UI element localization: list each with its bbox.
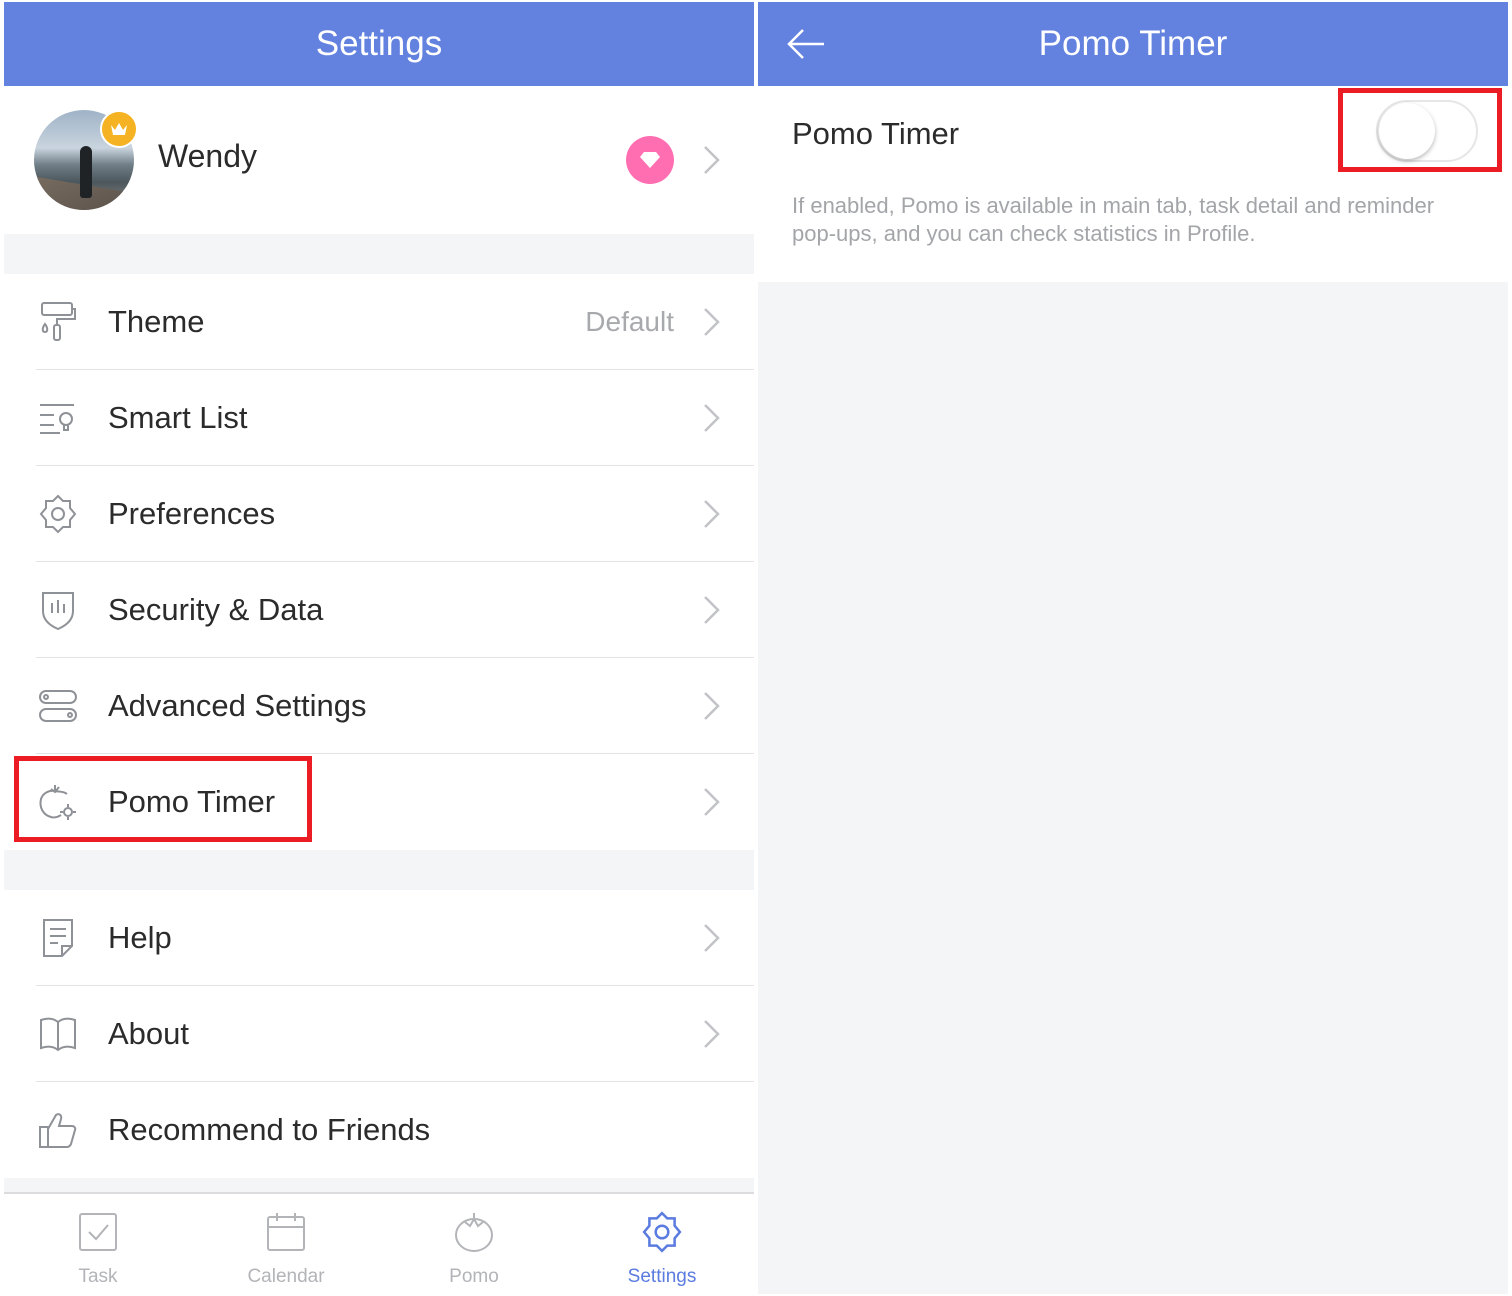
document-icon [36,916,80,960]
menu-item-smart-list[interactable]: Smart List [4,370,754,466]
chevron-right-icon [704,788,720,816]
menu-item-label: Recommend to Friends [108,1112,431,1147]
menu-item-label: About [108,1016,190,1051]
menu-item-label: Preferences [108,496,276,531]
arrow-left-icon [787,29,824,59]
toggle-knob [1379,103,1435,159]
section-divider [4,1178,754,1192]
menu-item-label: Security & Data [108,592,324,627]
chevron-right-icon [704,500,720,528]
gear-icon [640,1210,684,1254]
menu-item-security-data[interactable]: Security & Data [4,562,754,658]
tab-label: Settings [627,1266,697,1287]
tab-pomo[interactable]: Pomo [380,1194,568,1294]
chevron-right-icon [704,596,720,624]
premium-badge-icon[interactable] [626,136,674,184]
page-title: Settings [315,24,443,63]
chevron-right-icon [704,692,720,720]
tomato-icon [452,1210,496,1254]
tab-label: Pomo [449,1266,499,1287]
menu-item-advanced-settings[interactable]: Advanced Settings [4,658,754,754]
theme-value: Default [585,306,674,337]
bottom-tab-bar: Task Calendar Pomo Settings [4,1192,754,1294]
settings-menu-group: Theme Default Smart List Preferences Sec… [4,274,754,850]
chevron-right-icon [704,404,720,432]
menu-item-recommend[interactable]: Recommend to Friends [4,1082,754,1178]
section-divider [4,850,754,890]
menu-item-pomo-timer[interactable]: Pomo Timer [4,754,754,850]
settings-header: Settings [4,2,754,86]
page-title: Pomo Timer [1038,24,1228,63]
section-divider [4,234,754,274]
tab-task[interactable]: Task [4,1194,192,1294]
book-icon [36,1012,80,1056]
menu-item-help[interactable]: Help [4,890,754,986]
setting-label: Pomo Timer [792,116,960,151]
calendar-icon [264,1210,308,1254]
menu-item-label: Help [108,920,172,955]
chevron-right-icon [704,1020,720,1048]
gear-icon [36,492,80,536]
tomato-gear-icon [36,780,80,824]
menu-item-label: Smart List [108,400,248,435]
chevron-right-icon [704,146,720,174]
crown-icon [100,110,138,148]
tab-calendar[interactable]: Calendar [192,1194,380,1294]
menu-item-theme[interactable]: Theme Default [4,274,754,370]
pomo-timer-screen: Pomo Timer Pomo Timer If enabled, Pomo i… [758,2,1508,1294]
menu-item-label: Theme [108,304,205,339]
toggles-icon [36,684,80,728]
profile-name: Wendy [158,138,258,174]
pomo-timer-setting-card: Pomo Timer If enabled, Pomo is available… [758,86,1508,282]
setting-description: If enabled, Pomo is available in main ta… [792,193,1435,246]
back-button[interactable] [784,22,828,66]
chevron-right-icon [704,308,720,336]
menu-item-about[interactable]: About [4,986,754,1082]
pomo-timer-toggle[interactable] [1376,100,1478,162]
tab-settings[interactable]: Settings [568,1194,754,1294]
chevron-right-icon [704,924,720,952]
checkbox-icon [76,1210,120,1254]
thumbs-up-icon [36,1108,80,1152]
tab-label: Calendar [247,1266,325,1287]
support-menu-group: Help About Recommend to Friends [4,890,754,1178]
menu-item-label: Advanced Settings [108,688,367,723]
menu-item-label: Pomo Timer [108,784,276,819]
paint-roller-icon [36,300,80,344]
pomo-timer-header: Pomo Timer [758,2,1508,86]
profile-row[interactable]: Wendy [4,86,754,234]
menu-item-preferences[interactable]: Preferences [4,466,754,562]
settings-screen: Settings Wendy Theme Default Smart List … [4,2,754,1294]
shield-icon [36,588,80,632]
tab-label: Task [78,1266,118,1287]
smart-list-icon [36,396,80,440]
